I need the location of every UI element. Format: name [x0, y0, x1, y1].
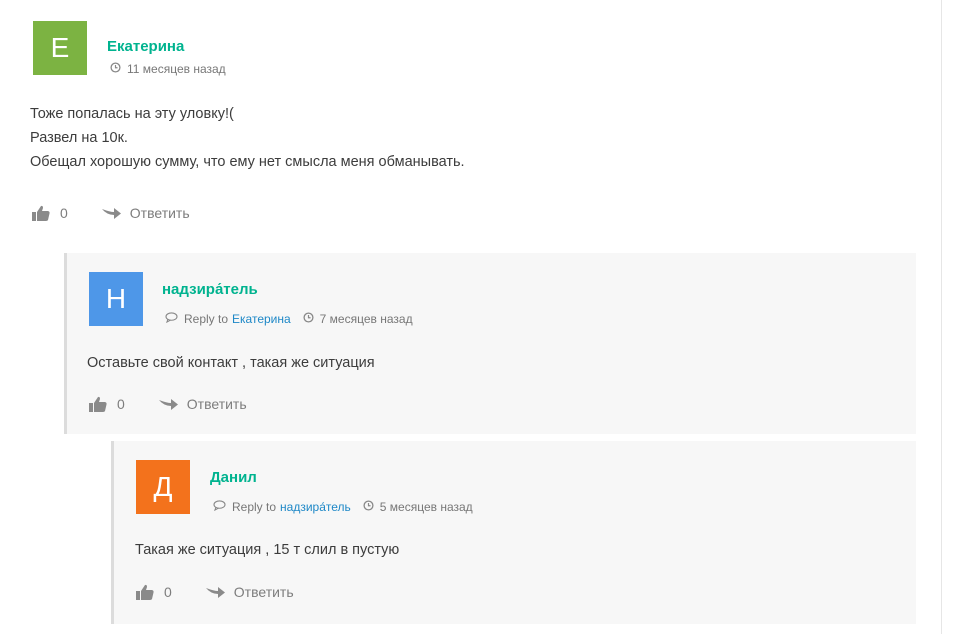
comment-actions: 0 Ответить [32, 205, 190, 221]
comment-time[interactable]: 7 месяцев назад [320, 312, 413, 326]
thumbs-up-icon [89, 396, 107, 412]
comment-author[interactable]: надзира́тель [162, 281, 258, 298]
reply-to-label: Reply to [232, 500, 277, 514]
comment-nadziratel: Н надзира́тель Reply to Екатерина 7 меся… [64, 253, 916, 434]
comment-text-line: Обещал хорошую сумму, что ему нет смысла… [30, 154, 465, 170]
reply-label: Ответить [186, 396, 247, 412]
comment-author[interactable]: Данил [210, 469, 257, 486]
comment-meta: 11 месяцев назад [110, 62, 226, 76]
reply-to-link[interactable]: надзира́тель [280, 500, 351, 514]
comment-time[interactable]: 11 месяцев назад [127, 62, 226, 76]
like-count: 0 [117, 396, 125, 412]
avatar[interactable]: Е [33, 21, 87, 75]
comment-text: Такая же ситуация , 15 т слил в пустую [135, 538, 399, 562]
avatar-initial: Н [105, 283, 127, 314]
like-button[interactable]: 0 [89, 396, 125, 412]
comment-text: Тоже попалась на эту уловку!( Развел на … [30, 102, 465, 174]
reply-label: Ответить [233, 584, 294, 600]
reply-button[interactable]: Ответить [158, 396, 247, 412]
like-button[interactable]: 0 [136, 584, 172, 600]
comment-actions: 0 Ответить [136, 584, 294, 600]
comment-text-line: Развел на 10к. [30, 130, 128, 146]
like-count: 0 [60, 205, 68, 221]
comment-text-line: Тоже попалась на эту уловку!( [30, 106, 234, 122]
like-count: 0 [164, 584, 172, 600]
clock-icon [303, 312, 314, 326]
avatar[interactable]: Д [136, 460, 190, 514]
reply-arrow-icon [101, 206, 122, 220]
reply-arrow-icon [158, 397, 179, 411]
avatar-initial: Е [50, 32, 70, 63]
comment-text: Оставьте свой контакт , такая же ситуаци… [87, 351, 375, 375]
like-button[interactable]: 0 [32, 205, 68, 221]
comment-ekaterina: Е Екатерина 11 месяцев назад Тоже попала… [0, 0, 940, 240]
speech-bubble-icon [213, 500, 226, 514]
comment-time[interactable]: 5 месяцев назад [380, 500, 473, 514]
comment-meta: Reply to надзира́тель 5 месяцев назад [213, 500, 473, 514]
comment-meta: Reply to Екатерина 7 месяцев назад [165, 312, 413, 326]
comment-text-line: Оставьте свой контакт , такая же ситуаци… [87, 355, 375, 371]
thumbs-up-icon [32, 205, 50, 221]
comment-author[interactable]: Екатерина [107, 38, 184, 55]
reply-to-label: Reply to [184, 312, 229, 326]
reply-button[interactable]: Ответить [205, 584, 294, 600]
content-right-border [941, 0, 942, 634]
avatar-initial: Д [153, 471, 173, 502]
avatar[interactable]: Н [89, 272, 143, 326]
clock-icon [110, 62, 121, 76]
comment-danil: Д Данил Reply to надзира́тель 5 месяцев … [111, 441, 916, 624]
thumbs-up-icon [136, 584, 154, 600]
comment-actions: 0 Ответить [89, 396, 247, 412]
clock-icon [363, 500, 374, 514]
speech-bubble-icon [165, 312, 178, 326]
comment-text-line: Такая же ситуация , 15 т слил в пустую [135, 542, 400, 558]
reply-to-link[interactable]: Екатерина [232, 312, 291, 326]
reply-label: Ответить [129, 205, 190, 221]
reply-button[interactable]: Ответить [101, 205, 190, 221]
reply-arrow-icon [205, 585, 226, 599]
